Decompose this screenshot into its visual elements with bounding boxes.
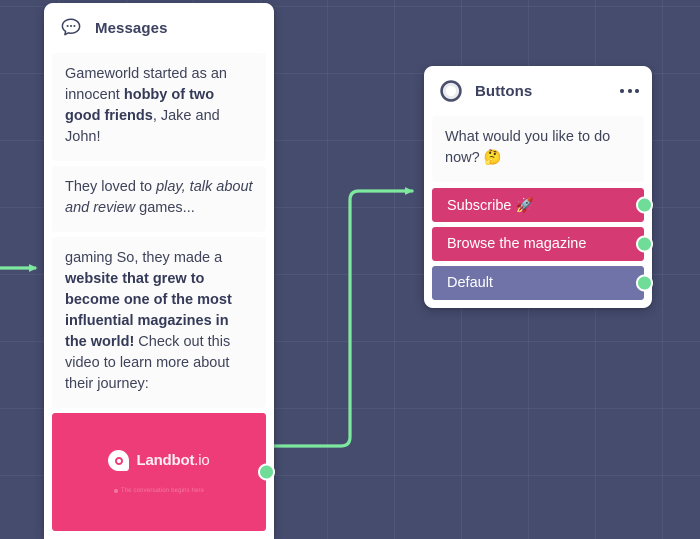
button-option-browse[interactable]: Browse the magazine (432, 227, 653, 261)
messages-card-title: Messages (95, 19, 168, 37)
ring-icon (438, 78, 464, 104)
buttons-list: What would you like to do now? 🤔 Subscri… (424, 116, 653, 308)
landbot-wordmark: Landbot.io (136, 452, 209, 469)
buttons-card-header[interactable]: Buttons (424, 66, 652, 116)
button-option-label: Default (447, 275, 493, 291)
landbot-logo: Landbot.io (108, 450, 210, 471)
button-option-subscribe[interactable]: Subscribe 🚀 (432, 188, 653, 222)
message-text-part: They loved to (65, 179, 157, 195)
connector-port-button-3[interactable] (636, 274, 653, 292)
connector-port-button-2[interactable] (636, 235, 653, 253)
messages-list: Gameworld started as an innocent hobby o… (44, 53, 275, 539)
video-subtitle-dot-icon (113, 489, 118, 493)
landbot-mark-icon (108, 450, 130, 471)
more-options-icon[interactable] (620, 89, 639, 93)
message-block[interactable]: Gameworld started as an innocent hobby o… (52, 53, 266, 161)
buttons-card-title: Buttons (475, 82, 533, 100)
message-block[interactable]: They loved to play, talk about and revie… (52, 166, 266, 232)
connector-port-button-1[interactable] (636, 196, 653, 214)
message-text-part: games... (135, 200, 195, 216)
landbot-brand: Landbot (136, 452, 195, 469)
prompt-text[interactable]: What would you like to do now? 🤔 (432, 116, 644, 182)
video-subtitle: The conversation begins here (113, 488, 205, 494)
speech-bubble-icon (58, 15, 84, 41)
button-option-label: Subscribe 🚀 (447, 197, 534, 214)
video-message-block[interactable]: Landbot.io The conversation begins here (52, 413, 275, 531)
button-option-default[interactable]: Default (432, 266, 653, 300)
video-subtitle-text: The conversation begins here (120, 488, 205, 494)
message-block[interactable]: gaming So, they made a website that grew… (52, 237, 266, 408)
landbot-brand-suffix: .io (194, 452, 210, 469)
message-text-part: gaming So, they made a (65, 250, 223, 266)
messages-card[interactable]: Messages Gameworld started as an innocen… (44, 3, 275, 539)
button-option-label: Browse the magazine (447, 236, 587, 252)
connector-port-video[interactable] (258, 463, 275, 481)
buttons-card[interactable]: Buttons What would you like to do now? 🤔… (424, 66, 653, 308)
messages-card-header[interactable]: Messages (44, 3, 274, 53)
